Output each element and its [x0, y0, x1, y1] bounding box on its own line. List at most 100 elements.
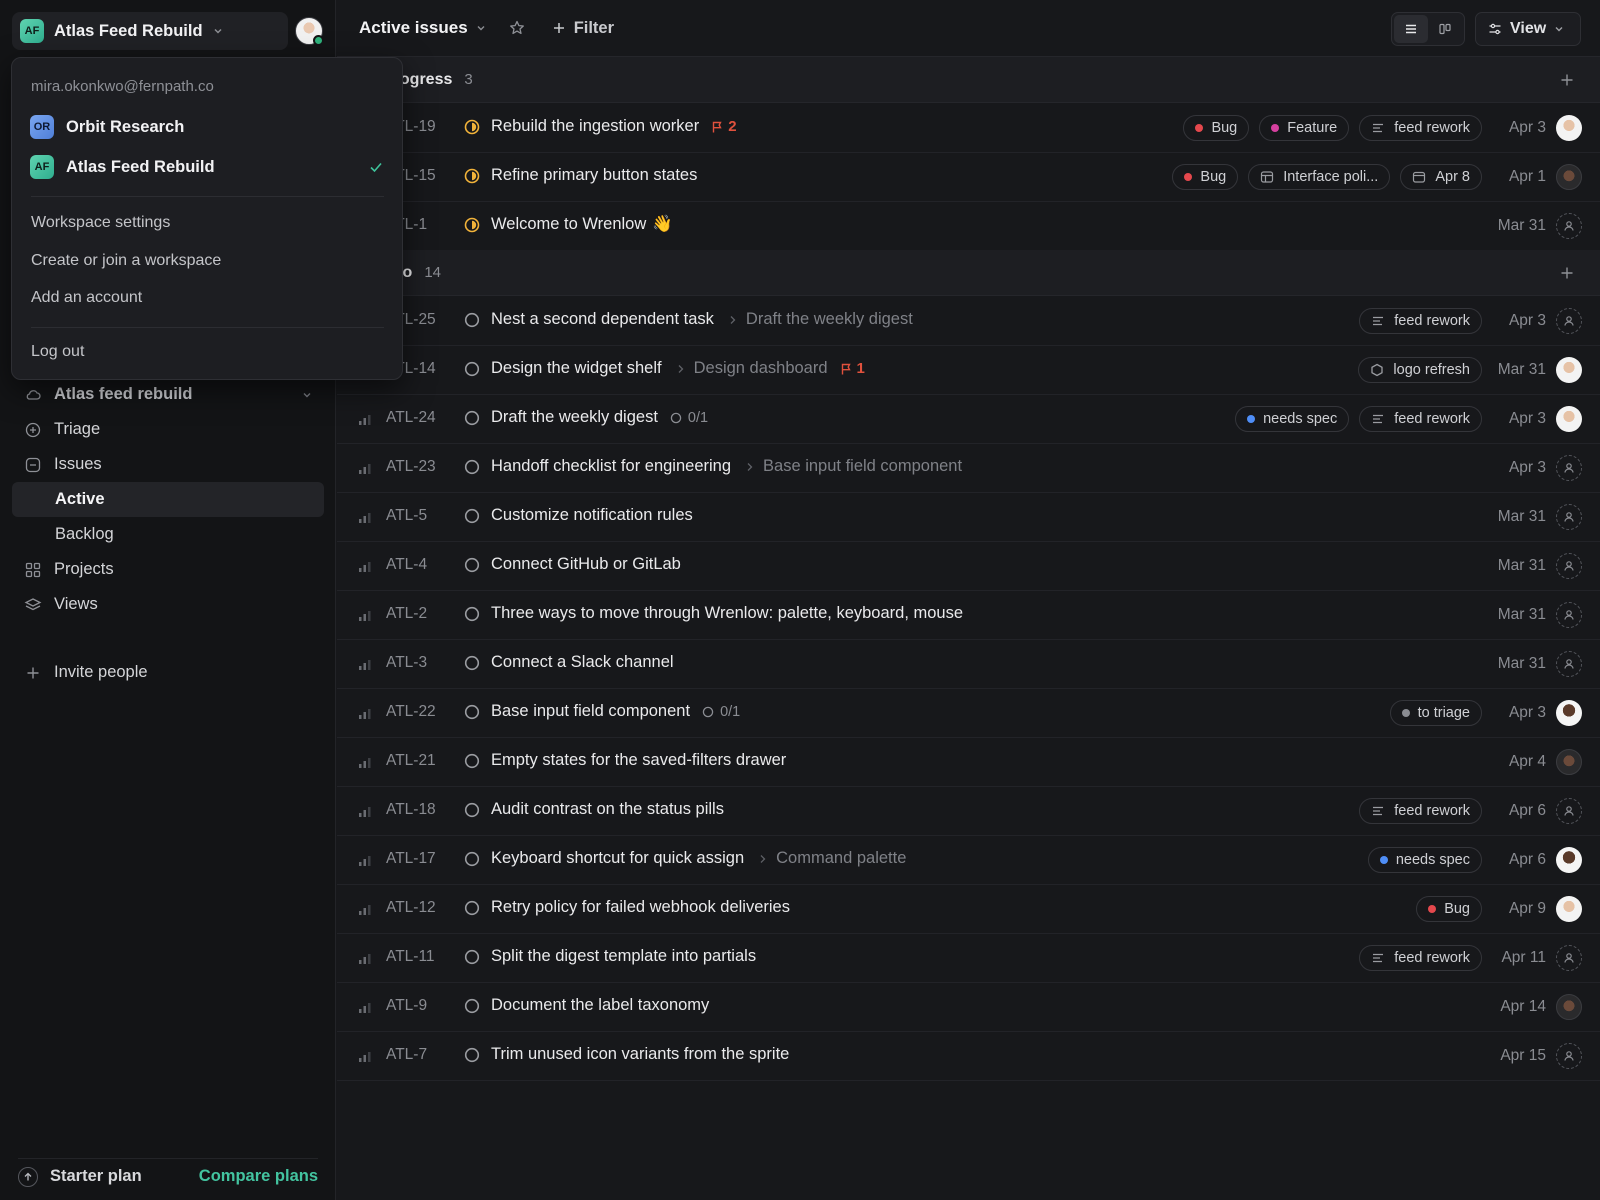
priority-icon[interactable] [359, 706, 371, 719]
project-pill[interactable]: feed rework [1359, 798, 1482, 824]
assignee-avatar[interactable] [1556, 164, 1582, 190]
menu-workspace-orbit[interactable]: OR Orbit Research [20, 108, 394, 146]
priority-icon[interactable] [359, 902, 371, 915]
issue-row[interactable]: ATL-3 Connect a Slack channel Mar 31 [337, 639, 1600, 689]
cycle-pill[interactable]: Interface poli... [1248, 164, 1391, 190]
priority-icon[interactable] [359, 804, 371, 817]
compare-plans-link[interactable]: Compare plans [199, 1167, 318, 1186]
priority-icon[interactable] [359, 461, 371, 474]
todo-status-icon[interactable] [464, 704, 480, 720]
user-avatar[interactable] [295, 17, 324, 46]
project-pill[interactable]: feed rework [1359, 308, 1482, 334]
unassigned-icon[interactable] [1556, 945, 1582, 971]
todo-status-icon[interactable] [464, 410, 480, 426]
todo-status-icon[interactable] [464, 998, 480, 1014]
todo-status-icon[interactable] [464, 753, 480, 769]
priority-icon[interactable] [359, 1000, 371, 1013]
in-progress-status-icon[interactable] [464, 119, 480, 135]
todo-status-icon[interactable] [464, 361, 480, 377]
unassigned-icon[interactable] [1556, 1043, 1582, 1069]
issue-row[interactable]: ATL-18 Audit contrast on the status pills… [337, 786, 1600, 836]
todo-status-icon[interactable] [464, 508, 480, 524]
issue-row[interactable]: ATL-9 Document the label taxonomy Apr 14 [337, 982, 1600, 1032]
priority-icon[interactable] [359, 412, 371, 425]
todo-status-icon[interactable] [464, 312, 480, 328]
project-pill[interactable]: logo refresh [1358, 357, 1482, 383]
assignee-avatar[interactable] [1556, 357, 1582, 383]
todo-status-icon[interactable] [464, 557, 480, 573]
project-pill[interactable]: feed rework [1359, 945, 1482, 971]
sidebar-item-backlog[interactable]: Backlog [12, 517, 324, 552]
project-pill[interactable]: feed rework [1359, 115, 1482, 141]
parent-issue[interactable]: Design dashboard [676, 359, 828, 378]
issue-row[interactable]: ATL-11 Split the digest template into par… [337, 933, 1600, 983]
issue-row[interactable]: ATL-1 Welcome to Wrenlow 👋 Mar 31 [337, 201, 1600, 251]
sidebar-item-issues[interactable]: Issues [12, 447, 324, 482]
todo-status-icon[interactable] [464, 900, 480, 916]
unassigned-icon[interactable] [1556, 602, 1582, 628]
unassigned-icon[interactable] [1556, 798, 1582, 824]
unassigned-icon[interactable] [1556, 213, 1582, 239]
issue-row[interactable]: ATL-25 Nest a second dependent task Draft … [337, 296, 1600, 346]
issue-row[interactable]: ATL-19 Rebuild the ingestion worker 2 Bug Fe… [337, 103, 1600, 153]
todo-status-icon[interactable] [464, 802, 480, 818]
menu-add-account[interactable]: Add an account [20, 281, 394, 315]
menu-create-join-workspace[interactable]: Create or join a workspace [20, 244, 394, 278]
issue-row[interactable]: ATL-7 Trim unused icon variants from the … [337, 1031, 1600, 1081]
workspace-switcher[interactable]: AF Atlas Feed Rebuild [12, 12, 288, 50]
label-pill[interactable]: Feature [1259, 115, 1350, 141]
todo-status-icon[interactable] [464, 1047, 480, 1063]
issue-row[interactable]: ATL-22 Base input field component 0/1 to tr… [337, 688, 1600, 738]
issue-row[interactable]: ATL-24 Draft the weekly digest 0/1 needs sp… [337, 394, 1600, 444]
label-pill[interactable]: Bug [1416, 896, 1482, 922]
chevron-down-icon[interactable] [476, 23, 486, 33]
page-title[interactable]: Active issues [359, 18, 468, 38]
invite-people-button[interactable]: Invite people [12, 655, 324, 690]
menu-log-out[interactable]: Log out [20, 335, 394, 369]
menu-workspace-atlas[interactable]: AF Atlas Feed Rebuild [20, 148, 394, 186]
issue-row[interactable]: ATL-23 Handoff checklist for engineering B… [337, 443, 1600, 493]
sidebar-team-atlas[interactable]: Atlas feed rebuild [12, 377, 324, 412]
sidebar-item-projects[interactable]: Projects [12, 552, 324, 587]
label-pill[interactable]: to triage [1389, 700, 1482, 726]
assignee-avatar[interactable] [1556, 700, 1582, 726]
unassigned-icon[interactable] [1556, 553, 1582, 579]
issue-row[interactable]: ATL-15 Refine primary button states Bug Int… [337, 152, 1600, 202]
issue-row[interactable]: ATL-14 Design the widget shelf Design dash… [337, 345, 1600, 395]
label-pill[interactable]: Bug [1172, 164, 1239, 190]
label-pill[interactable]: needs spec [1235, 406, 1350, 432]
parent-issue[interactable]: Base input field component [745, 457, 962, 476]
unassigned-icon[interactable] [1556, 455, 1582, 481]
parent-issue[interactable]: Command palette [758, 849, 906, 868]
view-options-button[interactable]: View [1475, 12, 1581, 46]
issue-row[interactable]: ATL-17 Keyboard shortcut for quick assign… [337, 835, 1600, 885]
issue-row[interactable]: ATL-21 Empty states for the saved-filters… [337, 737, 1600, 787]
label-pill[interactable]: needs spec [1367, 847, 1482, 873]
todo-status-icon[interactable] [464, 949, 480, 965]
menu-workspace-settings[interactable]: Workspace settings [20, 206, 394, 240]
priority-icon[interactable] [359, 657, 371, 670]
in-progress-status-icon[interactable] [464, 217, 480, 233]
label-pill[interactable]: Bug [1183, 115, 1250, 141]
assignee-avatar[interactable] [1556, 406, 1582, 432]
issue-row[interactable]: ATL-4 Connect GitHub or GitLab Mar 31 [337, 541, 1600, 591]
add-issue-icon[interactable] [1560, 73, 1574, 87]
priority-icon[interactable] [359, 853, 371, 866]
issue-row[interactable]: ATL-12 Retry policy for failed webhook de… [337, 884, 1600, 934]
board-view-icon[interactable] [1428, 15, 1462, 43]
priority-icon[interactable] [359, 510, 371, 523]
add-issue-icon[interactable] [1560, 266, 1574, 280]
todo-status-icon[interactable] [464, 459, 480, 475]
sidebar-item-views[interactable]: Views [12, 587, 324, 622]
unassigned-icon[interactable] [1556, 504, 1582, 530]
assignee-avatar[interactable] [1556, 847, 1582, 873]
sidebar-item-triage[interactable]: Triage [12, 412, 324, 447]
priority-icon[interactable] [359, 951, 371, 964]
todo-status-icon[interactable] [464, 851, 480, 867]
in-progress-status-icon[interactable] [464, 168, 480, 184]
filter-button[interactable]: Filter [552, 19, 614, 38]
assignee-avatar[interactable] [1556, 896, 1582, 922]
due-date-pill[interactable]: Apr 8 [1400, 164, 1482, 190]
list-view-icon[interactable] [1394, 15, 1428, 43]
star-icon[interactable] [508, 19, 526, 37]
